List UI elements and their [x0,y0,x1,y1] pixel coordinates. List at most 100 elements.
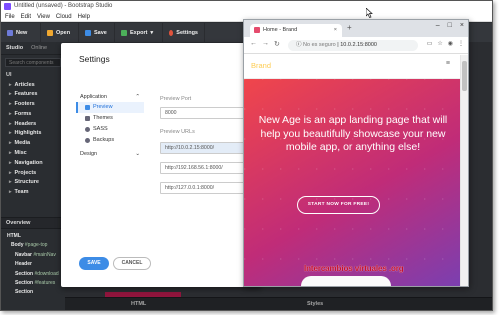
nav-item-preview[interactable]: Preview [76,102,144,113]
new-button[interactable]: New [1,23,41,42]
tree-node[interactable]: Header [1,260,65,269]
back-icon[interactable]: ← [250,40,257,47]
folder-icon [47,29,53,36]
sidebar-item-footers[interactable]: Footers [1,100,65,110]
tree-node[interactable]: HTML [1,232,65,241]
tree-node-name: Body [11,242,24,249]
tree-node-name: Navbar [15,251,32,258]
sidebar-item-forms[interactable]: Forms [1,109,65,119]
browser-tab[interactable]: Home - Brand × [250,24,342,37]
tab-online[interactable]: Online [31,45,47,51]
sidebar-group-ui[interactable]: UI [1,70,65,80]
star-icon[interactable]: ☆ [437,40,442,47]
settings-dialog: Settings Application ⌃ Preview Themes SA… [61,43,261,287]
nav-item-label: Backups [93,137,115,143]
tree-node[interactable]: Section #features [1,279,65,288]
tree-node[interactable]: Navbar #mainNav [1,251,65,260]
browser-tab-strip: Home - Brand × + – □ × [244,20,468,37]
component-sidebar: Studio Online Search components UI Artic… [1,42,65,310]
nav-section-application[interactable]: Application ⌃ [76,93,144,102]
hamburger-menu-icon[interactable]: ≡ [446,60,450,67]
reload-icon[interactable]: ↻ [274,40,280,48]
sidebar-item-headers[interactable]: Headers [1,119,65,129]
scrollbar-thumb[interactable] [462,61,467,91]
bootstrap-studio-app-icon [4,3,11,10]
chevron-down-icon: ▾ [150,29,154,36]
sidebar-item-media[interactable]: Media [1,139,65,149]
cast-icon[interactable]: ▭ [427,40,433,47]
preview-urls-label: Preview URLs [160,129,195,135]
menu-file[interactable]: File [5,12,15,21]
menu-edit[interactable]: Edit [21,12,31,21]
sidebar-item-highlights[interactable]: Highlights [1,129,65,139]
window-controls: – □ × [436,22,464,29]
dialog-title: Settings [79,54,110,64]
forward-icon[interactable]: → [262,40,269,47]
nav-item-label: SASS [93,126,108,132]
start-now-button[interactable]: START NOW FOR FREE! [297,196,380,214]
export-icon [121,29,127,36]
sidebar-tabs: Studio Online [1,42,65,55]
close-tab-icon[interactable]: × [334,24,337,37]
menu-cloud[interactable]: Cloud [56,12,72,21]
component-search-input[interactable]: Search components [5,58,61,67]
tree-node[interactable]: Body #page-top [1,241,65,250]
save-button[interactable]: Save [79,23,115,42]
preview-icon [85,105,90,110]
chevron-up-icon: ⌃ [135,94,140,100]
more-menu-icon[interactable]: ⋮ [458,40,464,47]
site-brand[interactable]: Brand [251,61,271,70]
window-title: Untitled (unsaved) - Bootstrap Studio [14,3,113,9]
new-tab-icon[interactable]: + [347,23,352,32]
address-bar[interactable]: ⓘ No es seguro | 10.0.2.15:8000 [288,40,418,51]
chevron-down-icon: ⌄ [135,151,140,157]
nav-item-themes[interactable]: Themes [76,113,144,124]
browser-tab-title: Home - Brand [263,27,298,33]
sidebar-item-features[interactable]: Features [1,90,65,100]
nav-item-label: Themes [93,115,113,121]
nav-item-label: Preview [93,104,113,110]
nav-section-design[interactable]: Design ⌄ [76,150,144,159]
nav-item-sass[interactable]: SASS [76,124,144,135]
cancel-button[interactable]: CANCEL [113,257,151,270]
minimize-icon[interactable]: – [436,22,440,29]
export-button[interactable]: Export ▾ [115,23,163,42]
overview-panel-header[interactable]: Overview [1,217,65,229]
tree-node-name: Header [15,261,32,268]
nav-section-label: Application [80,94,107,100]
tree-node-name: HTML [7,233,21,239]
sass-icon [85,127,90,132]
window-title-bar: Untitled (unsaved) - Bootstrap Studio [1,1,492,12]
favicon-icon [254,27,260,33]
menu-view[interactable]: View [37,12,50,21]
menu-help[interactable]: Help [78,12,90,21]
account-icon[interactable]: ◉ [448,40,453,47]
open-button[interactable]: Open [41,23,79,42]
sidebar-item-navigation[interactable]: Navigation [1,158,65,168]
browser-toolbar: ← → ↻ ⓘ No es seguro | 10.0.2.15:8000 ▭ … [244,37,468,54]
maximize-icon[interactable]: □ [448,22,452,29]
close-window-icon[interactable]: × [460,22,464,29]
save-button-label: Save [94,29,107,36]
export-button-label: Export [130,29,148,36]
sidebar-item-misc[interactable]: Misc [1,149,65,159]
tree-node-id: #page-top [23,242,48,249]
tree-node-id: #mainNav [31,251,56,258]
tab-studio[interactable]: Studio [6,45,23,51]
hero-heading: New Age is an app landing page that will… [258,114,448,153]
browser-tools: ▭ ☆ ◉ ⋮ [427,40,464,47]
preview-port-label: Preview Port [160,96,192,102]
settings-button[interactable]: Settings [163,23,205,42]
nav-item-backups[interactable]: Backups [76,135,144,146]
page-scrollbar[interactable] [460,55,468,286]
themes-icon [85,116,90,121]
save-settings-button[interactable]: SAVE [79,257,109,270]
sidebar-item-team[interactable]: Team [1,188,65,198]
sidebar-item-projects[interactable]: Projects [1,168,65,178]
tree-node[interactable]: Section [1,288,65,297]
settings-icon [169,29,174,36]
tree-node[interactable]: Section #download [1,270,65,279]
sidebar-item-structure[interactable]: Structure [1,178,65,188]
sidebar-item-articles[interactable]: Articles [1,80,65,90]
new-file-icon [7,29,13,36]
